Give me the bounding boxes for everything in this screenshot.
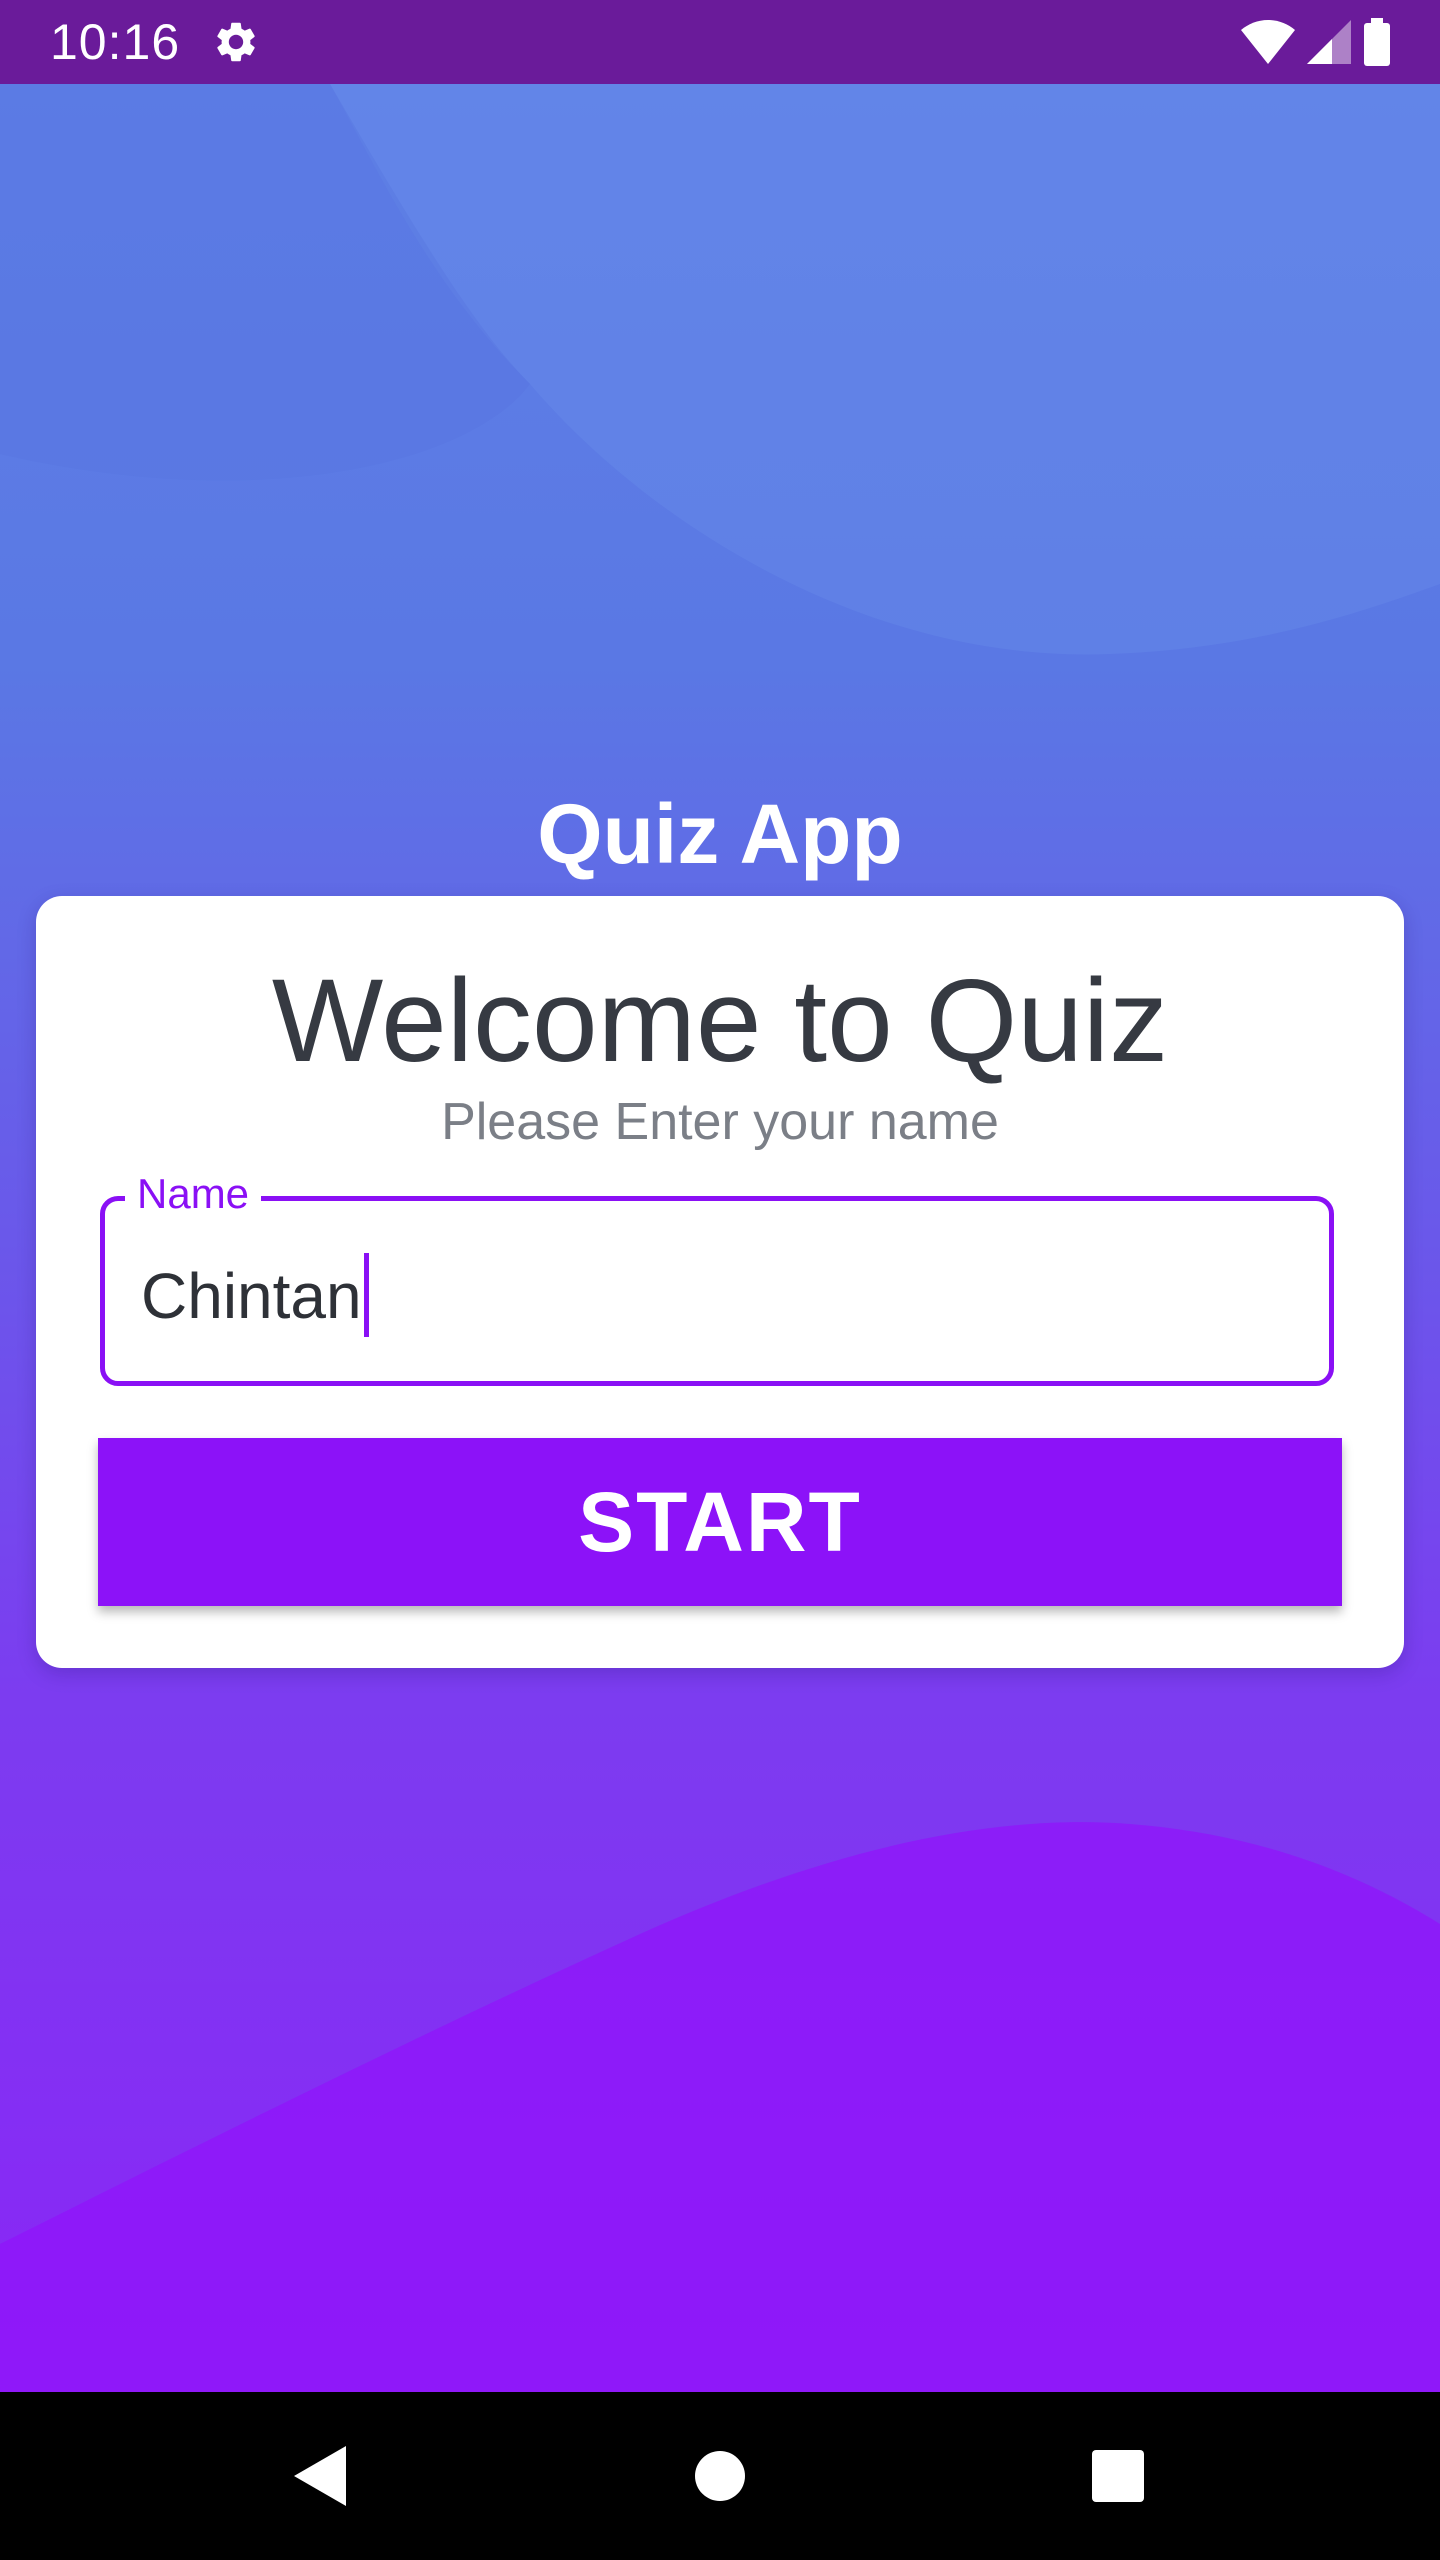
- name-field-label: Name: [125, 1169, 262, 1219]
- app-title: Quiz App: [537, 787, 903, 881]
- battery-icon: [1362, 18, 1392, 66]
- welcome-card: Welcome to Quiz Please Enter your name N…: [36, 896, 1404, 1668]
- start-button[interactable]: START: [98, 1438, 1342, 1606]
- navigation-bar: [0, 2392, 1440, 2560]
- signal-icon: [1306, 19, 1352, 65]
- home-icon[interactable]: [678, 2434, 762, 2518]
- back-icon[interactable]: [278, 2434, 362, 2518]
- name-input-field[interactable]: Name Chintan: [100, 1169, 1334, 1386]
- status-time: 10:16: [50, 14, 181, 70]
- welcome-heading: Welcome to Quiz: [271, 955, 1169, 1087]
- name-input-value: Chintan: [141, 1260, 362, 1332]
- wifi-icon: [1240, 19, 1296, 65]
- name-input[interactable]: Chintan: [141, 1253, 369, 1343]
- gear-icon: [212, 18, 260, 66]
- status-bar: 10:16: [0, 0, 1440, 84]
- recents-icon[interactable]: [1076, 2434, 1160, 2518]
- text-cursor: [363, 1253, 369, 1338]
- enter-name-prompt: Please Enter your name: [441, 1093, 999, 1151]
